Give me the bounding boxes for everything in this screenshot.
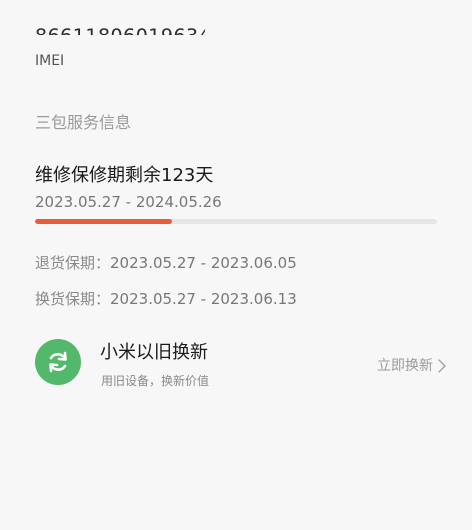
return-period-row: 退货保期：2023.05.27 - 2023.06.05 — [35, 252, 297, 274]
warranty-progress-bar — [35, 219, 437, 224]
imei-label: IMEI — [35, 53, 65, 69]
chevron-right-icon — [436, 356, 450, 376]
trade-in-now-button[interactable]: 立即换新 — [377, 356, 450, 376]
return-period-range: 2023.05.27 - 2023.06.05 — [110, 254, 297, 272]
imei-value: 866118060196345 — [35, 22, 205, 35]
trade-in-now-label: 立即换新 — [377, 358, 433, 374]
exchange-period-row: 换货保期：2023.05.27 - 2023.06.13 — [35, 288, 297, 310]
exchange-period-range: 2023.05.27 - 2023.06.13 — [110, 290, 297, 308]
return-period-label: 退货保期： — [35, 254, 111, 272]
trade-in-title: 小米以旧换新 — [100, 342, 208, 363]
trade-in-card[interactable]: 小米以旧换新 用旧设备，换新价值 立即换新 — [35, 335, 450, 395]
warranty-progress-fill — [35, 219, 172, 224]
exchange-period-label: 换货保期： — [35, 290, 111, 308]
trade-in-subtitle: 用旧设备，换新价值 — [101, 374, 210, 388]
refresh-icon — [35, 339, 81, 385]
warranty-remaining-title: 维修保修期剩余123天 — [35, 165, 214, 186]
warranty-date-range: 2023.05.27 - 2024.05.26 — [35, 193, 222, 211]
imei-number: 866118060196345 — [35, 24, 205, 35]
section-title: 三包服务信息 — [35, 113, 132, 132]
